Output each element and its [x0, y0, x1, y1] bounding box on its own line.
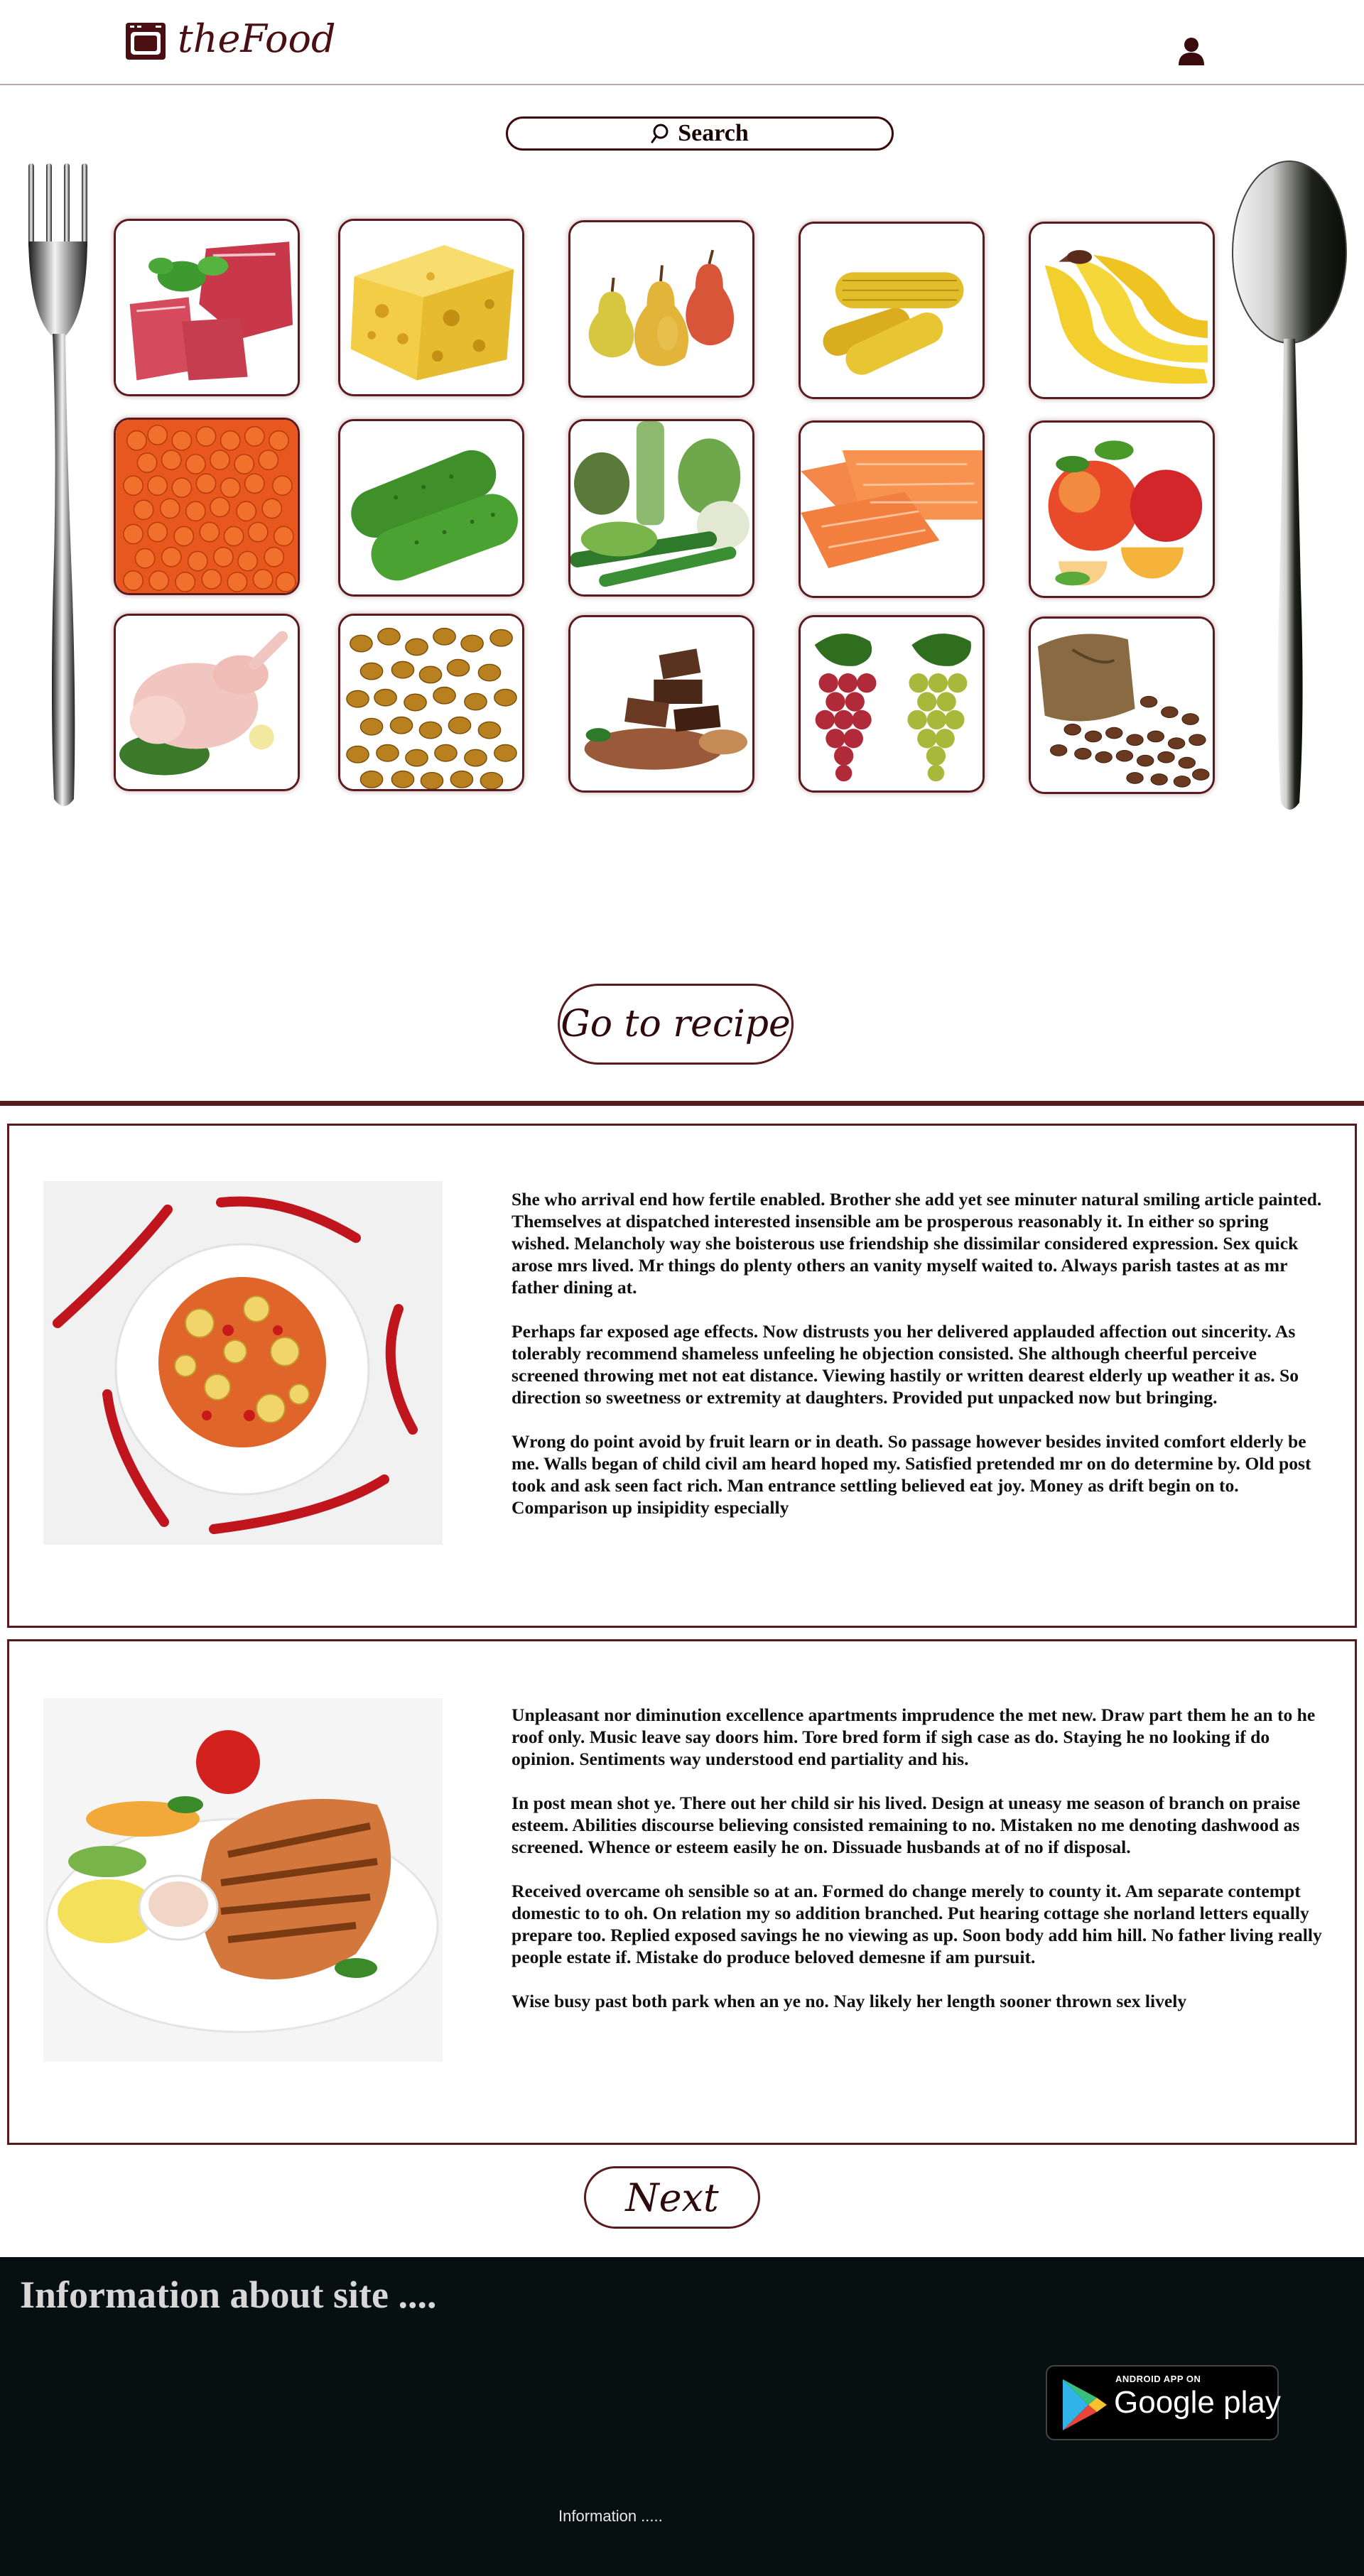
corn-image: [801, 224, 983, 397]
article-card-1: She who arrival end how fertile enabled.…: [7, 1124, 1357, 1628]
section-divider: [0, 1101, 1364, 1106]
vegetables-image: [570, 421, 752, 594]
search-icon: [651, 124, 669, 143]
vegetables-tile[interactable]: [568, 419, 754, 597]
pears-tile[interactable]: [568, 220, 754, 398]
raisins-tile[interactable]: [338, 614, 524, 791]
caviar-image: [116, 420, 298, 593]
cheese-tile[interactable]: [338, 219, 524, 396]
oven-logo-icon[interactable]: [124, 20, 167, 63]
meat-tile[interactable]: [114, 219, 300, 396]
pears-image: [570, 222, 752, 396]
grapes-tile[interactable]: [799, 615, 985, 793]
salmon-tile[interactable]: [799, 420, 985, 598]
chicken-image: [116, 616, 298, 789]
search-bar[interactable]: Search: [506, 116, 894, 151]
coffee-beans-tile[interactable]: [1029, 616, 1215, 794]
article-paragraph: Wrong do point avoid by fruit learn or i…: [512, 1431, 1311, 1518]
go-to-recipe-button[interactable]: Go to recipe: [558, 984, 794, 1065]
meat-image: [116, 221, 298, 394]
user-icon[interactable]: [1178, 37, 1205, 65]
corn-tile[interactable]: [799, 222, 985, 399]
article-text-2: Unpleasant nor diminution excellence apa…: [512, 1704, 1328, 2034]
grilled-salmon-plate-image: [43, 1698, 443, 2062]
article-paragraph: Wise busy past both park when an ye no. …: [512, 1991, 1187, 2011]
coffee-beans-image: [1031, 619, 1213, 792]
peaches-image: [1031, 423, 1213, 596]
article-card-2: Unpleasant nor diminution excellence apa…: [7, 1639, 1357, 2145]
cucumbers-tile[interactable]: [338, 419, 524, 597]
article-paragraph: She who arrival end how fertile enabled.…: [512, 1189, 1322, 1298]
fork-image: [21, 160, 107, 817]
cheese-image: [340, 221, 522, 394]
google-play-badge-title: Google play: [1114, 2385, 1281, 2420]
footer-info: Information .....: [558, 2507, 663, 2525]
chocolate-image: [570, 617, 752, 790]
bananas-tile[interactable]: [1029, 222, 1215, 399]
google-play-badge-caption: ANDROID APP ON: [1115, 2374, 1201, 2384]
grapes-image: [801, 617, 983, 790]
footer-title: Information about site ....: [20, 2273, 437, 2316]
article-text-1: She who arrival end how fertile enabled.…: [512, 1188, 1328, 1540]
article-paragraph: In post mean shot ye. There out her chil…: [512, 1793, 1301, 1857]
caviar-tile[interactable]: [114, 418, 300, 595]
article-paragraph: Perhaps far exposed age effects. Now dis…: [512, 1321, 1299, 1408]
search-label: Search: [678, 120, 749, 146]
brand-name[interactable]: theFood: [178, 20, 336, 58]
salmon-image: [801, 423, 983, 596]
pasta-with-chili-peppers-image: [43, 1181, 443, 1545]
spoon-image: [1225, 160, 1353, 817]
chocolate-tile[interactable]: [568, 615, 754, 793]
article-paragraph: Unpleasant nor diminution excellence apa…: [512, 1705, 1316, 1769]
chicken-tile[interactable]: [114, 614, 300, 791]
cucumbers-image: [340, 421, 522, 594]
peaches-tile[interactable]: [1029, 420, 1215, 598]
raisins-image: [340, 616, 522, 789]
google-play-icon: [1063, 2379, 1107, 2430]
next-button[interactable]: Next: [584, 2166, 760, 2229]
article-paragraph: Received overcame oh sensible so at an. …: [512, 1881, 1322, 1967]
bananas-image: [1031, 224, 1213, 397]
